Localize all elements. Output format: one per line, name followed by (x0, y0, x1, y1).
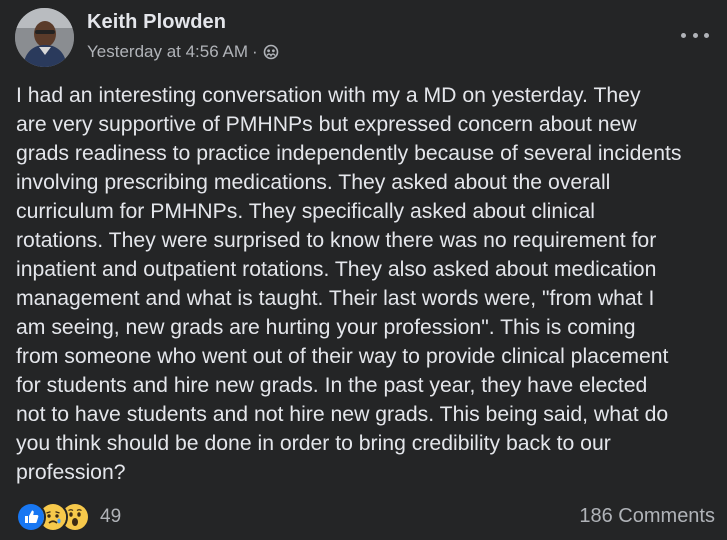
post-body-line: are very supportive of PMHNPs but expres… (16, 113, 637, 136)
post-body: I had an interesting conversation with m… (16, 81, 718, 487)
more-dot (704, 32, 709, 38)
post-body-line: you think should be done in order to bri… (16, 432, 611, 455)
meta-separator: · (251, 42, 258, 61)
post-body-line: am seeing, new grads are hurting your pr… (16, 316, 636, 339)
post-body-line: for students and hire new grads. In the … (16, 374, 648, 397)
post-timestamp[interactable]: Yesterday at 4:56 AM (87, 42, 248, 62)
post-body-line: profession? (16, 461, 126, 484)
reactions-summary[interactable]: 49 (16, 502, 121, 532)
group-members-icon[interactable] (263, 44, 279, 60)
post-body-line: I had an interesting conversation with m… (16, 84, 641, 107)
post-body-line: involving prescribing medications. They … (16, 171, 611, 194)
post-body-line: management and what is taught. Their las… (16, 287, 655, 310)
post-card: Keith Plowden Yesterday at 4:56 AM · I h… (0, 0, 727, 540)
author-name[interactable]: Keith Plowden (87, 11, 226, 34)
post-footer: 49 186 Comments (16, 500, 715, 532)
more-options-icon[interactable] (681, 25, 709, 45)
more-dot (681, 32, 686, 38)
reaction-count: 49 (100, 506, 122, 527)
post-meta: Yesterday at 4:56 AM · (87, 42, 279, 62)
post-body-line: inpatient and outpatient rotations. They… (16, 258, 657, 281)
more-dot (692, 32, 698, 38)
comments-count-link[interactable]: 186 Comments (579, 505, 715, 528)
post-body-line: curriculum for PMHNPs. They specifically… (16, 200, 595, 223)
post-body-line: from someone who went out of their way t… (16, 345, 669, 368)
like-icon (16, 502, 46, 532)
author-avatar[interactable] (15, 8, 74, 67)
post-header: Keith Plowden Yesterday at 4:56 AM · (15, 7, 709, 69)
post-body-line: rotations. They were surprised to know t… (16, 229, 657, 252)
post-body-line: not to have students and not hire new gr… (16, 403, 669, 426)
post-body-line: grads readiness to practice independentl… (16, 142, 682, 165)
